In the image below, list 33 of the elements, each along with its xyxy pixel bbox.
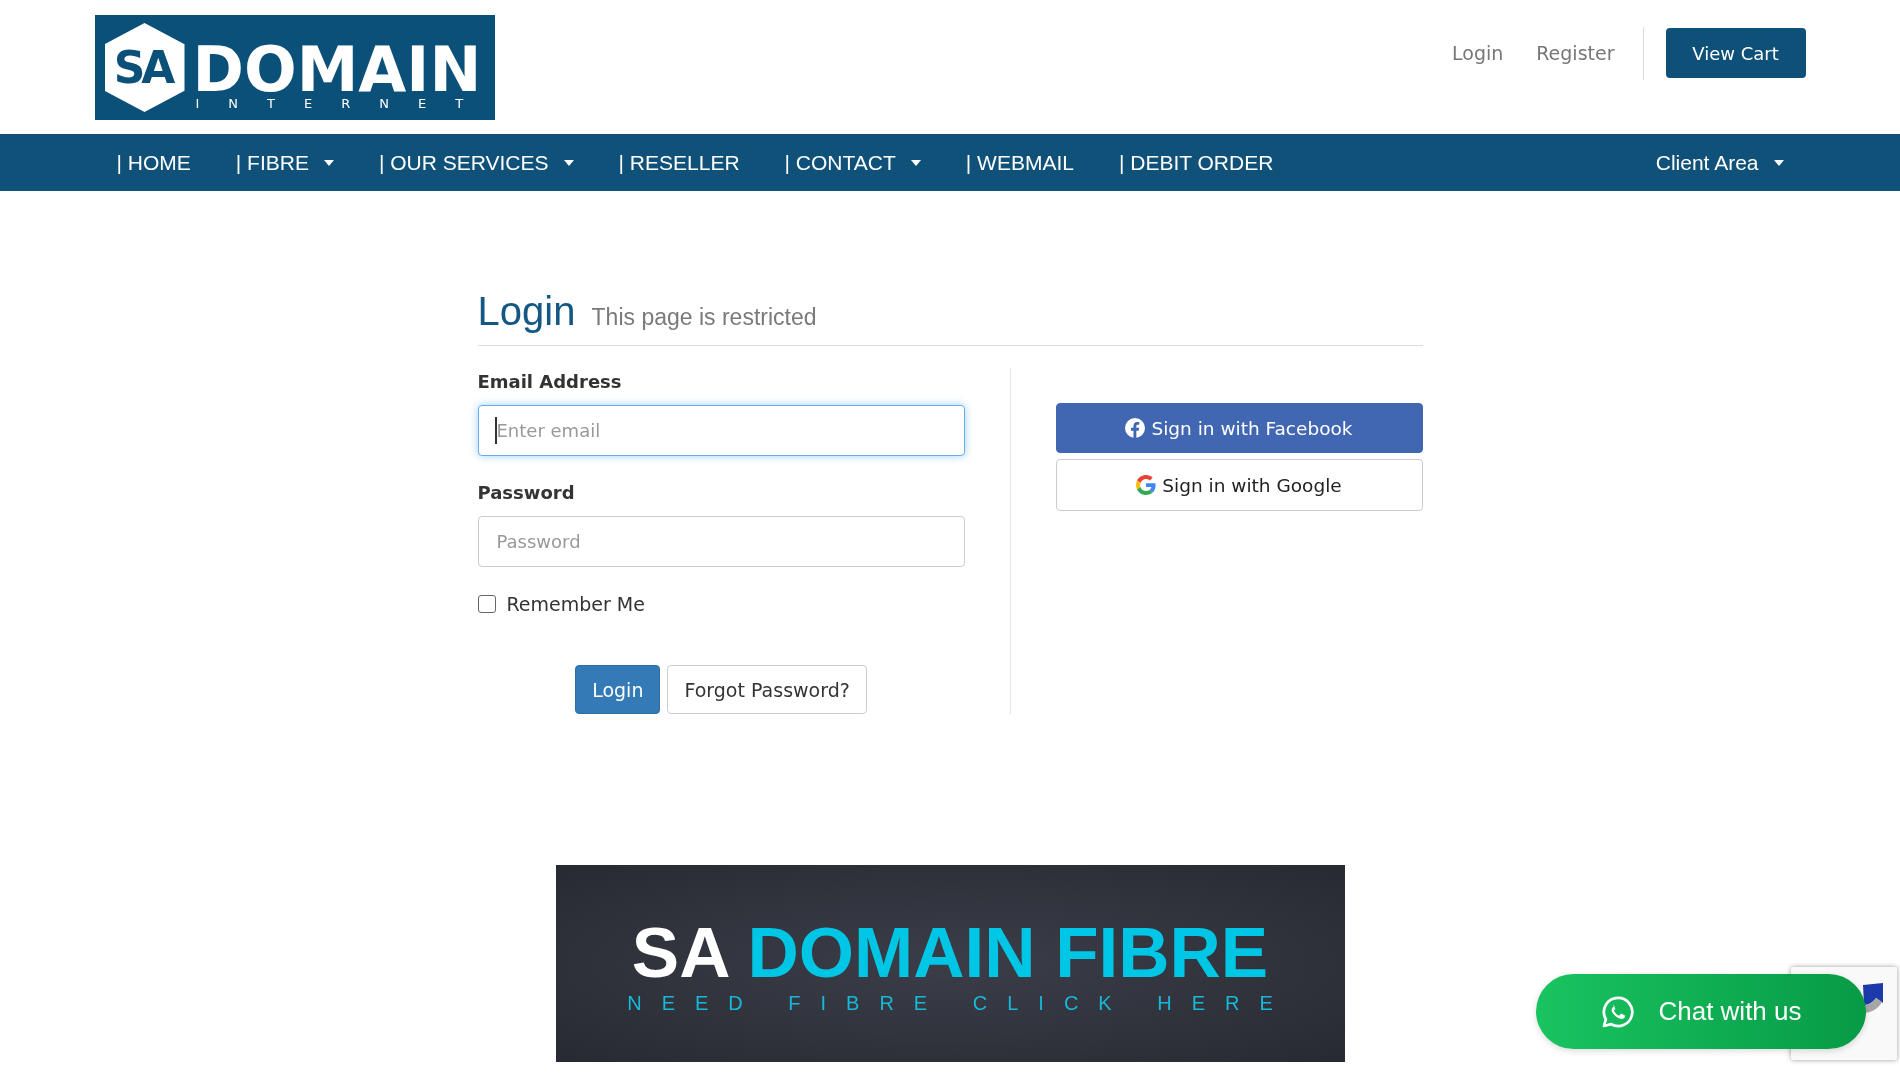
google-signin-button[interactable]: Sign in with Google bbox=[1055, 459, 1423, 511]
text-cursor bbox=[494, 417, 497, 444]
nav-link[interactable]: | DEBIT ORDER bbox=[1118, 149, 1274, 176]
nav-link[interactable]: | FIBRE bbox=[235, 149, 334, 176]
login-subtitle: This page is restricted bbox=[591, 304, 817, 330]
header-link[interactable]: Login bbox=[1452, 42, 1504, 64]
checkbox-label: Remember Me bbox=[506, 592, 645, 616]
nav-link[interactable]: | HOME bbox=[116, 149, 191, 176]
arrow-icon bbox=[1861, 983, 1883, 1013]
text-field[interactable]: Password bbox=[477, 516, 965, 567]
nav-link[interactable]: | WEBMAIL bbox=[965, 149, 1074, 176]
header-link[interactable]: Register bbox=[1536, 42, 1615, 64]
nav-link[interactable]: | RESELLER bbox=[618, 149, 740, 176]
caret-icon bbox=[563, 159, 574, 166]
banner-title: SA DOMAIN FIBRE bbox=[631, 918, 1269, 988]
caret-icon bbox=[323, 159, 334, 166]
caret-icon bbox=[1773, 159, 1784, 166]
logo-mark: SA bbox=[104, 23, 185, 112]
nav-link[interactable]: | CONTACT bbox=[784, 149, 921, 176]
nav-link[interactable]: | OUR SERVICES bbox=[378, 149, 574, 176]
client-area-menu[interactable]: Client Area bbox=[1655, 149, 1784, 176]
field-label: Password bbox=[477, 481, 575, 505]
login-title: Login bbox=[477, 289, 576, 333]
caret-icon bbox=[910, 159, 921, 166]
field-label: Email Address bbox=[477, 370, 622, 394]
facebook-icon bbox=[1125, 418, 1146, 438]
login-button[interactable]: Login bbox=[575, 665, 661, 714]
view-cart-button[interactable]: View Cart bbox=[1665, 28, 1806, 78]
google-icon bbox=[1136, 475, 1157, 495]
forgot-password-button[interactable]: Forgot Password? bbox=[667, 665, 867, 714]
facebook-signin-button[interactable]: Sign in with Facebook bbox=[1055, 403, 1423, 453]
remember-checkbox[interactable] bbox=[477, 595, 496, 613]
text-field[interactable]: Enter email bbox=[477, 405, 965, 456]
